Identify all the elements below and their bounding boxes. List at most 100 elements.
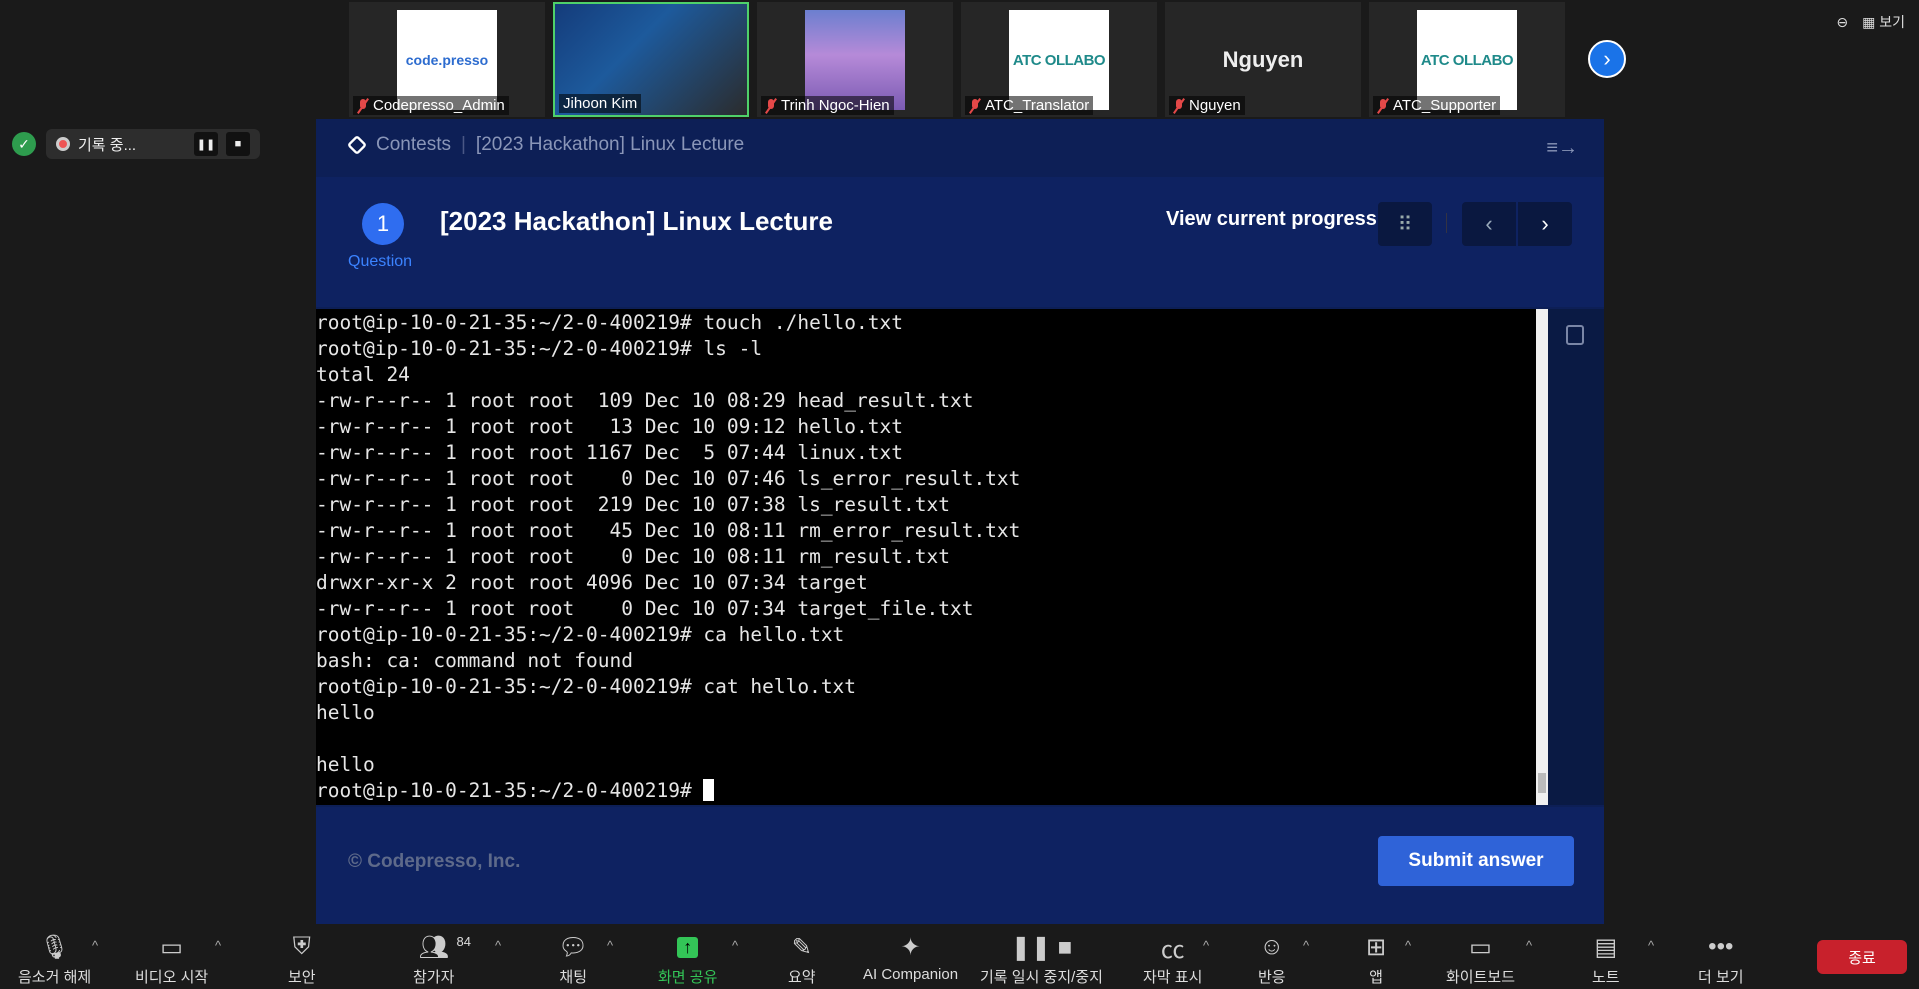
participant-name: Trinh Ngoc-Hien	[781, 97, 890, 114]
question-title: [2023 Hackathon] Linux Lecture	[440, 206, 833, 236]
stop-recording-button[interactable]: ■	[226, 132, 250, 156]
question-number-badge: 1	[362, 203, 404, 245]
emoji-icon: ☺	[1259, 933, 1285, 960]
participant-avatar: ATC OLLABO	[1417, 10, 1517, 110]
view-button[interactable]: ▦ 보기	[1862, 12, 1905, 32]
breadcrumb: Contests | [2023 Hackathon] Linux Lectur…	[346, 129, 745, 161]
grid-icon: ▦	[1862, 14, 1876, 30]
recording-bar: ✓ 기록 중... ❚❚ ■	[12, 129, 260, 159]
mic-muted-icon	[357, 98, 369, 113]
participant-name-bar: ATC_Supporter	[1373, 96, 1501, 115]
question-header: 1 Question [2023 Hackathon] Linux Lectur…	[316, 177, 1604, 307]
chevron-left-icon: ‹	[1485, 211, 1493, 236]
security-button[interactable]: ⛨ 보안	[288, 932, 316, 987]
whiteboard-icon: ▭	[1469, 933, 1492, 961]
terminal-line: root@ip-10-0-21-35:~/2-0-400219# cat hel…	[316, 675, 857, 698]
divider	[1446, 213, 1447, 233]
terminal[interactable]: root@ip-10-0-21-35:~/2-0-400219# touch .…	[316, 309, 1548, 805]
apps-button[interactable]: ⊞ 앱	[1366, 932, 1386, 987]
terminal-line: root@ip-10-0-21-35:~/2-0-400219# ls -l	[316, 337, 763, 360]
participant-avatar	[805, 10, 905, 110]
chevron-up-icon[interactable]: ^	[1405, 938, 1411, 953]
participant-name: Jihoon Kim	[563, 95, 638, 112]
participants-button[interactable]: 👥︎ 84 참가자	[413, 932, 471, 987]
mic-muted-icon	[765, 98, 777, 113]
mic-off-icon: 🎙︎	[39, 933, 70, 961]
terminal-line: -rw-r--r-- 1 root root 0 Dec 10 08:11 rm…	[316, 545, 950, 568]
cc-icon: ㏄	[1160, 936, 1185, 964]
notes-button[interactable]: ▤ 노트	[1592, 932, 1620, 987]
chevron-up-icon[interactable]: ^	[732, 938, 738, 953]
video-label: 비디오 시작	[135, 969, 209, 986]
whiteboard-button[interactable]: ▭ 화이트보드	[1446, 932, 1515, 987]
end-meeting-button[interactable]: 종료	[1817, 940, 1907, 974]
sparkle-icon: ✦	[900, 933, 921, 961]
participant-tile[interactable]: ATC OLLABO ATC_Supporter	[1369, 2, 1565, 117]
terminal-line: bash: ca: command not found	[316, 649, 633, 672]
terminal-line: hello	[316, 753, 375, 776]
summary-button[interactable]: ✎ 요약	[788, 932, 816, 987]
scrollbar-thumb[interactable]	[1538, 773, 1546, 793]
chevron-up-icon[interactable]: ^	[1526, 938, 1532, 953]
whiteboard-label: 화이트보드	[1446, 969, 1516, 986]
more-label: 더 보기	[1698, 969, 1744, 986]
record-dot-icon	[56, 137, 70, 151]
share-label: 화면 공유	[658, 969, 718, 986]
reactions-button[interactable]: ☺ 반응	[1258, 932, 1286, 987]
terminal-line: -rw-r--r-- 1 root root 13 Dec 10 09:12 h…	[316, 415, 903, 438]
participant-tile[interactable]: code.presso Codepresso_Admin	[349, 2, 545, 117]
pause-recording-button[interactable]: ❚❚	[194, 132, 218, 156]
participants-label: 참가자	[413, 969, 455, 986]
breadcrumb-current: [2023 Hackathon] Linux Lecture	[475, 134, 745, 155]
participant-tile[interactable]: Nguyen Nguyen	[1165, 2, 1361, 117]
terminal-scrollbar[interactable]	[1536, 309, 1548, 805]
recording-label: 기록 중...	[78, 136, 137, 154]
chevron-up-icon[interactable]: ^	[495, 938, 501, 953]
shield-icon: ⛨	[292, 933, 311, 960]
previous-question-button[interactable]: ‹	[1462, 202, 1516, 246]
terminal-line: -rw-r--r-- 1 root root 0 Dec 10 07:34 ta…	[316, 597, 974, 620]
share-screen-button[interactable]: ↑ 화면 공유	[658, 932, 717, 987]
chevron-up-icon[interactable]: ^	[1648, 938, 1654, 953]
recording-controls-button[interactable]: ❚❚ ■ 기록 일시 중지/중지	[980, 932, 1103, 987]
unmute-label: 음소거 해제	[18, 969, 92, 986]
security-label: 보안	[288, 969, 316, 986]
people-icon: 👥︎ 84	[418, 933, 471, 961]
collapse-menu-icon[interactable]: ≡→	[1546, 137, 1578, 160]
breadcrumb-separator: |	[460, 134, 466, 155]
progress-grid-button[interactable]: ⠿	[1378, 202, 1432, 246]
meeting-toolbar: 🎙︎ 음소거 해제 ^ ▭ 비디오 시작 ^ ⛨ 보안 👥︎ 84 참가자 ^ 💬︎ 채팅 …	[0, 924, 1919, 989]
participant-name: ATC_Supporter	[1393, 97, 1497, 114]
chevron-right-icon: ›	[1541, 211, 1549, 236]
submit-answer-button[interactable]: Submit answer	[1378, 836, 1574, 886]
captions-button[interactable]: ㏄ 자막 표시	[1143, 932, 1202, 987]
shared-screen: Contests | [2023 Hackathon] Linux Lectur…	[316, 119, 1604, 924]
terminal-line: drwxr-xr-x 2 root root 4096 Dec 10 07:34…	[316, 571, 868, 594]
chevron-up-icon[interactable]: ^	[1303, 938, 1309, 953]
participant-name-bar: Jihoon Kim	[559, 94, 642, 113]
next-participants-button[interactable]: ›	[1588, 40, 1626, 78]
chat-button[interactable]: 💬︎ 채팅	[558, 932, 588, 987]
more-button[interactable]: ••• 더 보기	[1698, 932, 1744, 987]
chevron-right-icon: ›	[1603, 46, 1611, 71]
view-progress-link[interactable]: View current progress	[1166, 208, 1377, 231]
ai-companion-button[interactable]: ✦ AI Companion	[863, 932, 958, 984]
participant-tile[interactable]: Trinh Ngoc-Hien	[757, 2, 953, 117]
terminal-line: -rw-r--r-- 1 root root 45 Dec 10 08:11 r…	[316, 519, 1021, 542]
chevron-up-icon[interactable]: ^	[92, 938, 98, 953]
participant-tile-speaking[interactable]: Jihoon Kim	[553, 2, 749, 117]
codepresso-logo-icon	[346, 134, 368, 156]
participant-tile[interactable]: ATC OLLABO ATC_Translator	[961, 2, 1157, 117]
privacy-icon[interactable]: ⊖	[1836, 14, 1848, 31]
top-right-controls: ⊖ ▦ 보기	[1836, 12, 1905, 32]
start-video-button[interactable]: ▭ 비디오 시작	[135, 932, 208, 987]
chevron-up-icon[interactable]: ^	[1203, 938, 1209, 953]
document-icon[interactable]	[1566, 325, 1584, 345]
chevron-up-icon[interactable]: ^	[215, 938, 221, 953]
apps-label: 앱	[1369, 969, 1383, 986]
chevron-up-icon[interactable]: ^	[607, 938, 613, 953]
unmute-button[interactable]: 🎙︎ 음소거 해제	[18, 932, 91, 987]
next-question-button[interactable]: ›	[1518, 202, 1572, 246]
breadcrumb-contests[interactable]: Contests	[376, 134, 451, 156]
terminal-prompt: root@ip-10-0-21-35:~/2-0-400219#	[316, 779, 704, 802]
